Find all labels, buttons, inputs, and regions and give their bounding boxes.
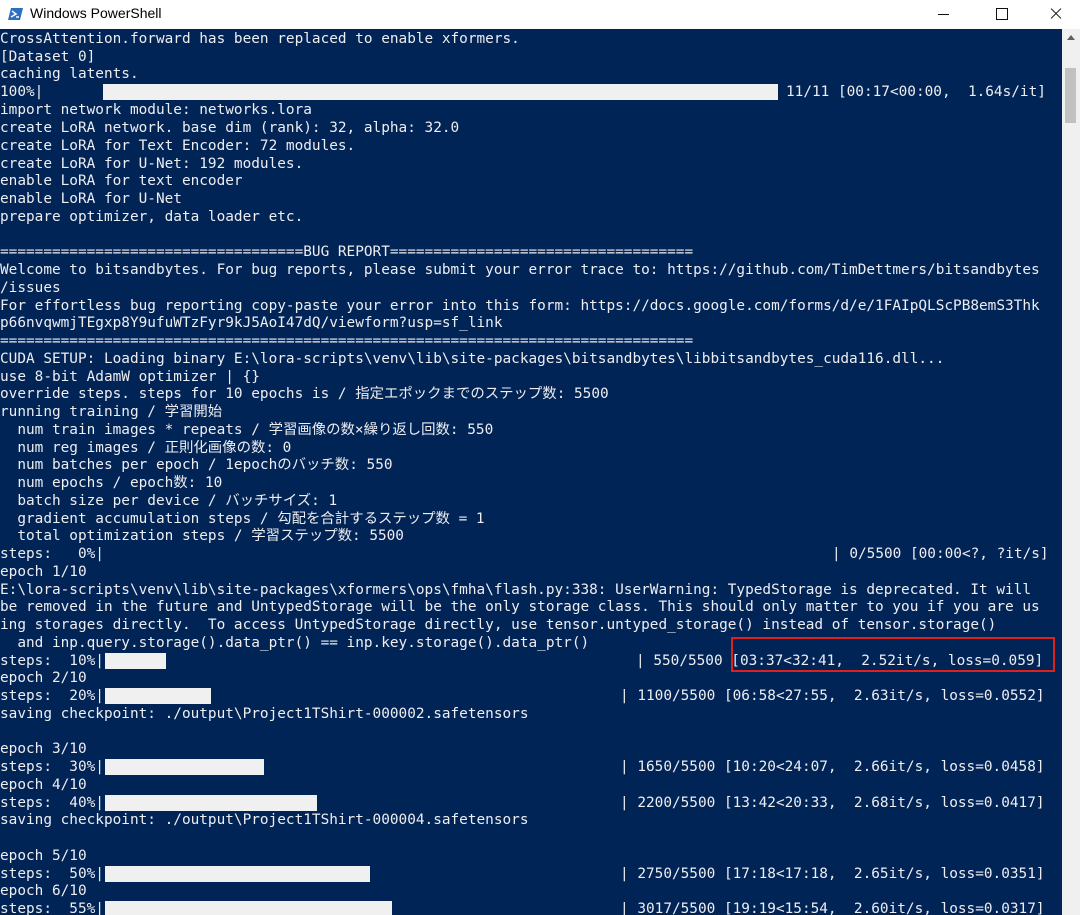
progress-stats: | 1650/5500 [10:20<24:07, 2.66it/s, loss… — [620, 759, 1045, 775]
console-line: enable LoRA for U-Net — [0, 191, 182, 207]
console-line: import network module: networks.lora — [0, 102, 312, 118]
console-line: saving checkpoint: ./output\Project1TShi… — [0, 706, 529, 722]
training-progress-bar — [105, 901, 392, 915]
console-line: epoch 5/10 — [0, 848, 87, 864]
powershell-icon — [8, 8, 23, 20]
console-line: num batches per epoch / 1epochのバッチ数: 550 — [0, 457, 393, 473]
training-progress-bar — [105, 795, 317, 811]
console-line: total optimization steps / 学習ステップ数: 5500 — [0, 528, 404, 544]
caching-progress-bar — [103, 84, 778, 100]
progress-stats: | 1100/5500 [06:58<27:55, 2.63it/s, loss… — [620, 688, 1045, 704]
console-line: epoch 4/10 — [0, 777, 87, 793]
console-line: /issues — [0, 280, 61, 296]
console-line: epoch 6/10 — [0, 883, 87, 899]
training-progress-bar — [105, 653, 166, 669]
console-line: use 8-bit AdamW optimizer | {} — [0, 369, 260, 385]
console-line: ===================================BUG R… — [0, 244, 694, 260]
console-line: ing storages directly. To access Untyped… — [0, 617, 997, 633]
console-line: For effortless bug reporting copy-paste … — [0, 298, 1040, 314]
console-line: enable LoRA for text encoder — [0, 173, 243, 189]
progress-stats: | 0/5500 [00:00<?, ?it/s] — [832, 546, 1049, 562]
scroll-up-arrow-icon[interactable] — [1067, 35, 1075, 40]
console-line: caching latents. — [0, 66, 139, 82]
console-line: create LoRA for Text Encoder: 72 modules… — [0, 138, 356, 154]
vertical-scrollbar[interactable] — [1062, 29, 1080, 915]
console-output[interactable]: CrossAttention.forward has been replaced… — [0, 29, 1062, 915]
progress-stats: 11/11 [00:17<00:00, 1.64s/it] — [786, 84, 1046, 100]
close-button[interactable] — [1034, 0, 1080, 28]
minimize-icon — [938, 14, 949, 15]
console-line: ========================================… — [0, 333, 694, 349]
title-bar[interactable]: Windows PowerShell — [0, 0, 1080, 28]
console-line: epoch 1/10 — [0, 564, 87, 580]
window-title: Windows PowerShell — [30, 5, 162, 21]
console-line: batch size per device / バッチサイズ: 1 — [0, 493, 338, 509]
console-line: CrossAttention.forward has been replaced… — [0, 31, 520, 47]
scrollbar-thumb[interactable] — [1065, 68, 1076, 123]
training-progress-bar — [105, 866, 370, 882]
console-line: override steps. steps for 10 epochs is /… — [0, 386, 609, 402]
training-progress-bar — [105, 759, 264, 775]
console-line: saving checkpoint: ./output\Project1TShi… — [0, 812, 529, 828]
console-line: num reg images / 正則化画像の数: 0 — [0, 440, 292, 456]
console-line: CUDA SETUP: Loading binary E:\lora-scrip… — [0, 351, 945, 367]
console-line: epoch 3/10 — [0, 741, 87, 757]
console-line: be removed in the future and UntypedStor… — [0, 599, 1040, 615]
maximize-icon — [996, 8, 1008, 20]
console-line: p66nvqwmjTEgxp8Y9ufuWTzFyr9kJ5AoI47dQ/vi… — [0, 315, 503, 331]
console-line: num epochs / epoch数: 10 — [0, 475, 223, 491]
console-line: create LoRA for U-Net: 192 modules. — [0, 156, 304, 172]
minimize-button[interactable] — [920, 0, 966, 28]
console-line: num train images * repeats / 学習画像の数×繰り返し… — [0, 422, 494, 438]
progress-stats: | 3017/5500 [19:19<15:54, 2.60it/s, loss… — [620, 901, 1045, 915]
highlight-annotation-box — [731, 637, 1055, 672]
console-line: prepare optimizer, data loader etc. — [0, 209, 304, 225]
console-line: E:\lora-scripts\venv\lib\site-packages\x… — [0, 582, 1032, 598]
progress-stats: | 2750/5500 [17:18<17:18, 2.65it/s, loss… — [620, 866, 1045, 882]
maximize-button[interactable] — [978, 0, 1024, 28]
training-progress-bar — [105, 688, 211, 704]
progress-stats: | 2200/5500 [13:42<20:33, 2.68it/s, loss… — [620, 795, 1045, 811]
console-line: gradient accumulation steps / 勾配を合計するステッ… — [0, 511, 485, 527]
console-line: Welcome to bitsandbytes. For bug reports… — [0, 262, 1040, 278]
console-line: running training / 学習開始 — [0, 404, 223, 420]
console-line: create LoRA network. base dim (rank): 32… — [0, 120, 460, 136]
console-line: [Dataset 0] — [0, 49, 96, 65]
